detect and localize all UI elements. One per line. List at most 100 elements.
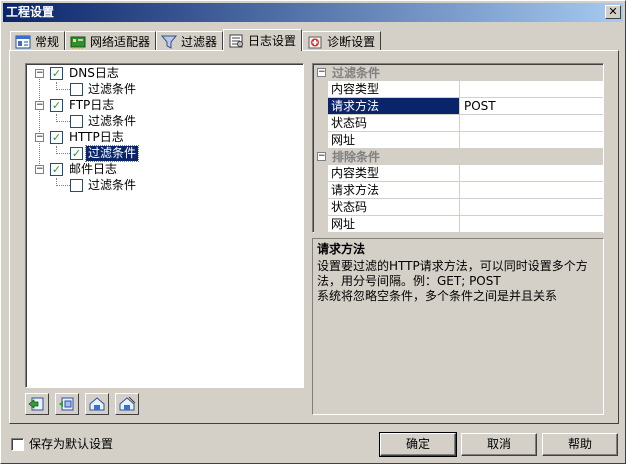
tree-item-mail-log[interactable]: − ✓ 邮件日志 — [26, 162, 296, 178]
grid-category-filter[interactable]: − 过滤条件 — [314, 65, 603, 81]
property-name: 请求方法 — [328, 182, 460, 198]
tab-diagnostics-label: 诊断设置 — [327, 35, 376, 49]
property-name: 内容类型 — [328, 81, 460, 97]
description-title: 请求方法 — [317, 242, 366, 256]
help-button[interactable]: 帮助 — [542, 433, 618, 456]
tab-diagnostics[interactable]: 诊断设置 — [302, 31, 382, 51]
category-title: 排除条件 — [332, 150, 381, 164]
row-gutter — [314, 132, 328, 149]
tree-item-label-selected: 过滤条件 — [84, 145, 140, 162]
title-bar[interactable]: 工程设置 ✕ — [3, 3, 623, 22]
tree-item-ftp-filter[interactable]: 过滤条件 — [26, 114, 296, 130]
tab-filter-label: 过滤器 — [181, 35, 218, 49]
property-grid[interactable]: − 过滤条件 内容类型 请求方法 POST 状态码 网址 − 排除条件 内容类型… — [312, 63, 604, 233]
tab-network-adapter[interactable]: 网络适配器 — [65, 31, 157, 51]
edit-item-icon — [89, 397, 105, 411]
tab-log-settings-label: 日志设置 — [248, 34, 297, 48]
ftp-filter-checkbox[interactable] — [70, 115, 83, 128]
property-name: 网址 — [328, 132, 460, 148]
add-item-button[interactable] — [25, 393, 49, 415]
save-default-checkbox[interactable] — [11, 438, 24, 451]
collapse-icon[interactable]: − — [35, 101, 44, 110]
tree-item-ftp-log[interactable]: − ✓ FTP日志 — [26, 98, 296, 114]
property-name: 内容类型 — [328, 165, 460, 181]
property-name: 状态码 — [328, 199, 460, 215]
tree-item-mail-filter[interactable]: 过滤条件 — [26, 178, 296, 194]
close-button[interactable]: ✕ — [605, 5, 621, 19]
mail-filter-checkbox[interactable] — [70, 179, 83, 192]
diagnostics-icon — [308, 36, 322, 48]
save-default-label[interactable]: 保存为默认设置 — [29, 437, 113, 452]
property-value[interactable] — [462, 216, 464, 232]
delete-item-button[interactable] — [115, 393, 139, 415]
row-gutter — [314, 165, 328, 182]
grid-row-exclude-content-type[interactable]: 内容类型 — [314, 165, 603, 182]
property-value[interactable] — [462, 199, 464, 215]
property-value[interactable] — [462, 182, 464, 198]
tab-log-settings[interactable]: 日志设置 — [223, 29, 303, 51]
grid-row-exclude-status-code[interactable]: 状态码 — [314, 199, 603, 216]
add-item-icon — [28, 397, 44, 411]
filter-funnel-icon — [161, 35, 178, 49]
add-subitem-icon — [59, 397, 74, 411]
tab-network-adapter-label: 网络适配器 — [90, 35, 151, 49]
tree-item-label: DNS日志 — [69, 66, 119, 80]
log-tree[interactable]: − ✓ DNS日志 过滤条件 − ✓ FTP日志 过滤条件 − ✓ HTTP日志… — [25, 63, 304, 388]
property-name-selected: 请求方法 — [328, 98, 460, 114]
tree-item-label: 过滤条件 — [88, 114, 137, 128]
tree-item-dns-filter[interactable]: 过滤条件 — [26, 82, 296, 98]
property-value[interactable] — [462, 165, 464, 181]
property-value[interactable] — [462, 81, 464, 97]
collapse-icon[interactable]: − — [35, 69, 44, 78]
delete-item-icon — [119, 396, 136, 411]
http-log-checkbox[interactable]: ✓ — [50, 131, 63, 144]
property-description: 请求方法 设置要过滤的HTTP请求方法，可以同时设置多个方法，用分号间隔。例：G… — [312, 238, 604, 415]
grid-category-exclude[interactable]: − 排除条件 — [314, 149, 603, 165]
collapse-icon[interactable]: − — [317, 152, 326, 161]
property-value[interactable] — [462, 132, 464, 148]
tab-general[interactable]: 常规 — [10, 31, 66, 51]
ftp-log-checkbox[interactable]: ✓ — [50, 99, 63, 112]
tree-item-label: 邮件日志 — [69, 162, 118, 176]
http-filter-checkbox[interactable]: ✓ — [70, 147, 83, 160]
tree-item-http-log[interactable]: − ✓ HTTP日志 — [26, 130, 296, 146]
grid-row-content-type[interactable]: 内容类型 — [314, 81, 603, 98]
grid-row-status-code[interactable]: 状态码 — [314, 115, 603, 132]
row-gutter — [314, 182, 328, 199]
mail-log-checkbox[interactable]: ✓ — [50, 163, 63, 176]
add-subitem-button[interactable] — [55, 393, 79, 415]
tab-general-label: 常规 — [35, 35, 60, 49]
property-value[interactable]: POST — [462, 98, 496, 114]
network-adapter-icon — [70, 36, 86, 49]
description-body: 设置要过滤的HTTP请求方法，可以同时设置多个方法，用分号间隔。例：GET; P… — [317, 259, 588, 303]
dns-log-checkbox[interactable]: ✓ — [50, 67, 63, 80]
tab-strip: 常规 网络适配器 过滤器 日志设置 诊断设置 — [10, 29, 382, 51]
property-value[interactable] — [462, 115, 464, 131]
tree-item-label: 过滤条件 — [88, 82, 137, 96]
ok-button[interactable]: 确定 — [379, 432, 457, 457]
close-icon: ✕ — [608, 5, 618, 18]
grid-row-request-method[interactable]: 请求方法 POST — [314, 98, 603, 115]
dns-filter-checkbox[interactable] — [70, 83, 83, 96]
tree-item-http-filter[interactable]: ✓ 过滤条件 — [26, 145, 296, 162]
collapse-icon[interactable]: − — [35, 133, 44, 142]
tree-item-dns-log[interactable]: − ✓ DNS日志 — [26, 66, 296, 82]
row-gutter — [314, 199, 328, 216]
row-gutter — [314, 98, 328, 115]
project-settings-dialog: 工程设置 ✕ 常规 网络适配器 过滤器 日志设置 诊断设置 − ✓ DNS日志 … — [0, 0, 626, 464]
row-gutter — [314, 81, 328, 98]
category-title: 过滤条件 — [332, 66, 381, 80]
grid-row-exclude-request-method[interactable]: 请求方法 — [314, 182, 603, 199]
property-name: 状态码 — [328, 115, 460, 131]
row-gutter — [314, 216, 328, 233]
edit-item-button[interactable] — [85, 393, 109, 415]
property-name: 网址 — [328, 216, 460, 232]
tab-filter[interactable]: 过滤器 — [156, 31, 224, 51]
collapse-icon[interactable]: − — [35, 165, 44, 174]
collapse-icon[interactable]: − — [317, 68, 326, 77]
general-icon — [15, 35, 31, 48]
grid-row-url[interactable]: 网址 — [314, 132, 603, 149]
cancel-button[interactable]: 取消 — [461, 433, 537, 456]
grid-row-exclude-url[interactable]: 网址 — [314, 216, 603, 233]
row-gutter — [314, 115, 328, 132]
